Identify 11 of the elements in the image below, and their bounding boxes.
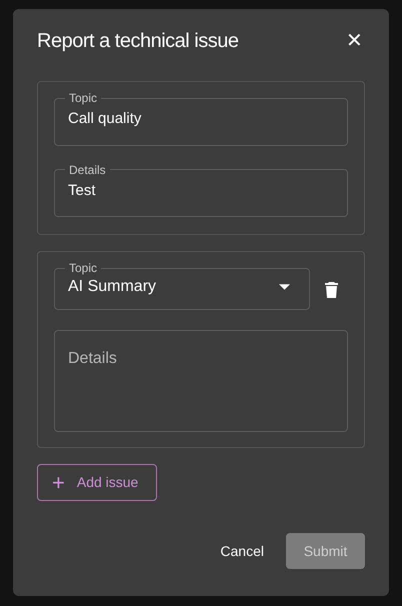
caret-icon <box>279 284 290 290</box>
details-textarea[interactable]: Details <box>54 330 348 432</box>
topic-select[interactable]: Topic AI Summary <box>54 262 310 310</box>
add-issue-button[interactable]: + Add issue <box>37 464 157 501</box>
trash-icon[interactable] <box>325 282 338 298</box>
close-button[interactable]: ✕ <box>346 31 363 51</box>
dialog-title: Report a technical issue <box>37 29 238 54</box>
cancel-button[interactable]: Cancel <box>216 540 268 562</box>
topic-field[interactable]: Topic Call quality <box>54 92 348 146</box>
plus-icon: + <box>52 472 65 494</box>
details-field[interactable]: Details Test <box>54 164 348 217</box>
